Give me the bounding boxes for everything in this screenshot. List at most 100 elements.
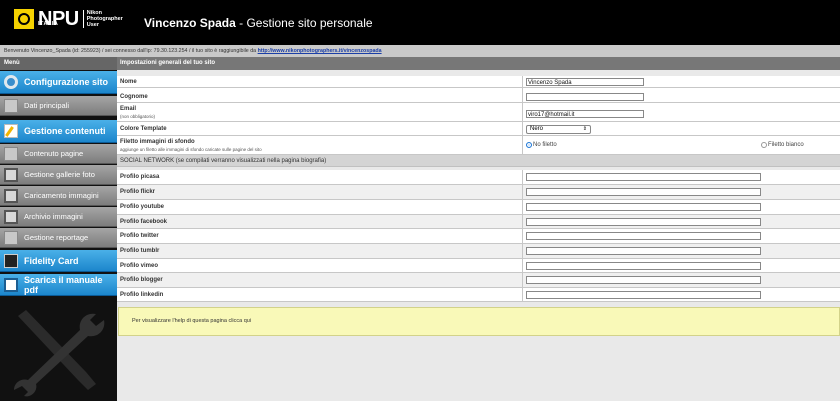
help-box[interactable]: Per visualizzare l'help di questa pagina… (118, 307, 840, 336)
column-divider (522, 103, 523, 121)
sidebar-item-gestione-contenuti[interactable]: Gestione contenuti (0, 120, 117, 143)
radio-filetto-bianco-label: Filetto bianco (768, 142, 804, 148)
social-row-vimeo: Profilo vimeo (117, 259, 840, 273)
sidebar-item-fidelity-card[interactable]: Fidelity Card (0, 250, 117, 272)
picasa-input[interactable] (526, 173, 761, 181)
sidebar-item-gestione-reportage[interactable]: Gestione reportage (0, 228, 117, 248)
tools-icon (4, 98, 18, 113)
linkedin-input[interactable] (526, 291, 761, 299)
social-row-twitter: Profilo twitter (117, 229, 840, 244)
sidebar-item-caricamento-immagini[interactable]: Caricamento immagini (0, 186, 117, 206)
menu-header: Menù (0, 57, 117, 70)
gear-icon (4, 75, 18, 89)
youtube-input[interactable] (526, 203, 761, 211)
sidebar-item-label: Gestione gallerie foto (24, 170, 95, 179)
filetto-note: aggiunge un filetto alle immagini di sfo… (120, 147, 262, 152)
column-divider (522, 185, 523, 199)
archive-icon (4, 209, 18, 224)
sidebar-item-label: Caricamento immagini (24, 191, 99, 200)
site-link[interactable]: http://www.nikonphotographers.it/vincenz… (258, 48, 382, 54)
section-title: Impostazioni generali del tuo sito (117, 57, 840, 70)
twitter-label: Profilo twitter (120, 233, 159, 239)
document-icon (4, 146, 18, 161)
field-row-colore: Colore Template Nero ⇕ (117, 122, 840, 136)
sidebar-item-label: Scarica il manuale pdf (24, 274, 103, 295)
column-divider (522, 122, 523, 135)
email-note: (non obbligatorio) (120, 114, 156, 119)
column-divider (522, 88, 523, 102)
radio-selected-icon (526, 142, 532, 148)
radio-filetto-bianco[interactable]: Filetto bianco (761, 142, 804, 148)
sidebar-item-scarica-manuale[interactable]: Scarica il manuale pdf (0, 274, 117, 296)
blogger-input[interactable] (526, 276, 761, 284)
email-input[interactable]: viro17@hotmail.it (526, 110, 644, 118)
nikon-logo-icon (14, 9, 34, 29)
tumblr-label: Profilo tumblr (120, 248, 160, 254)
twitter-input[interactable] (526, 232, 761, 240)
social-row-tumblr: Profilo tumblr (117, 244, 840, 259)
facebook-input[interactable] (526, 218, 761, 226)
field-row-filetto: Filetto immagini di sfondo aggiunge un f… (117, 136, 840, 155)
sidebar-item-label: Fidelity Card (24, 255, 79, 266)
facebook-label: Profilo facebook (120, 219, 168, 225)
social-row-youtube: Profilo youtube (117, 200, 840, 215)
welcome-text: Benvenuto Vincenzo_Spada (id: 255923) / … (4, 48, 258, 54)
nome-label: Nome (120, 79, 137, 85)
gallery-icon (4, 167, 18, 182)
page-title-rest: - Gestione sito personale (235, 16, 373, 30)
logo-country: ITALIA (38, 21, 59, 27)
flickr-input[interactable] (526, 188, 761, 196)
cognome-label: Cognome (120, 94, 148, 100)
nome-input[interactable]: Vincenzo Spada (526, 78, 644, 86)
blogger-label: Profilo blogger (120, 277, 163, 283)
column-divider (522, 76, 523, 87)
sidebar-item-label: Dati principali (24, 101, 70, 110)
npu-logo[interactable]: NPU Nikon Photographer User (14, 9, 123, 34)
pencil-icon (4, 124, 18, 138)
select-arrows-icon: ⇕ (582, 126, 587, 132)
social-row-linkedin: Profilo linkedin (117, 288, 840, 302)
sidebar-item-gestione-gallerie-foto[interactable]: Gestione gallerie foto (0, 165, 117, 185)
tools-background-icon (14, 310, 105, 397)
vimeo-label: Profilo vimeo (120, 263, 159, 269)
picasa-label: Profilo picasa (120, 174, 160, 180)
sidebar-item-label: Configurazione sito (24, 77, 108, 87)
sidebar-item-contenuto-pagine[interactable]: Contenuto pagine (0, 144, 117, 164)
column-divider (522, 170, 523, 184)
linkedin-label: Profilo linkedin (120, 292, 164, 298)
card-icon (4, 253, 18, 268)
reportage-icon (4, 230, 18, 245)
column-divider (522, 273, 523, 287)
vimeo-input[interactable] (526, 262, 761, 270)
book-icon (4, 277, 18, 292)
main-content: Impostazioni generali del tuo sito Nome … (117, 57, 840, 401)
social-row-blogger: Profilo blogger (117, 273, 840, 288)
welcome-bar: Benvenuto Vincenzo_Spada (id: 255923) / … (0, 45, 840, 57)
field-row-nome: Nome Vincenzo Spada (117, 76, 840, 88)
social-row-picasa: Profilo picasa (117, 170, 840, 185)
youtube-label: Profilo youtube (120, 204, 164, 210)
sidebar-item-dati-principali[interactable]: Dati principali (0, 96, 117, 116)
social-network-header: SOCIAL NETWORK (se compilati verranno vi… (117, 155, 840, 167)
social-row-facebook: Profilo facebook (117, 215, 840, 229)
radio-no-filetto-label: No filetto (533, 142, 557, 148)
tumblr-input[interactable] (526, 247, 761, 255)
column-divider (522, 229, 523, 243)
column-divider (522, 259, 523, 272)
sidebar: Configurazione sito Dati principali Gest… (0, 70, 117, 401)
radio-no-filetto[interactable]: No filetto (526, 142, 557, 148)
cognome-input[interactable] (526, 93, 644, 101)
top-header: NPU Nikon Photographer User ITALIA Vince… (0, 0, 840, 45)
page-title-user: Vincenzo Spada (144, 16, 236, 30)
sidebar-item-label: Contenuto pagine (24, 149, 84, 158)
sidebar-item-configurazione-sito[interactable]: Configurazione sito (0, 71, 117, 94)
social-row-flickr: Profilo flickr (117, 185, 840, 200)
filetto-label: Filetto immagini di sfondo (120, 139, 195, 145)
colore-template-label: Colore Template (120, 126, 167, 132)
colore-template-select[interactable]: Nero ⇕ (526, 125, 591, 134)
field-row-email: Email (non obbligatorio) viro17@hotmail.… (117, 103, 840, 122)
sidebar-item-archivio-immagini[interactable]: Archivio immagini (0, 207, 117, 227)
colore-template-value: Nero (530, 126, 544, 132)
column-divider (522, 215, 523, 228)
logo-sub-line3: User (86, 22, 99, 28)
